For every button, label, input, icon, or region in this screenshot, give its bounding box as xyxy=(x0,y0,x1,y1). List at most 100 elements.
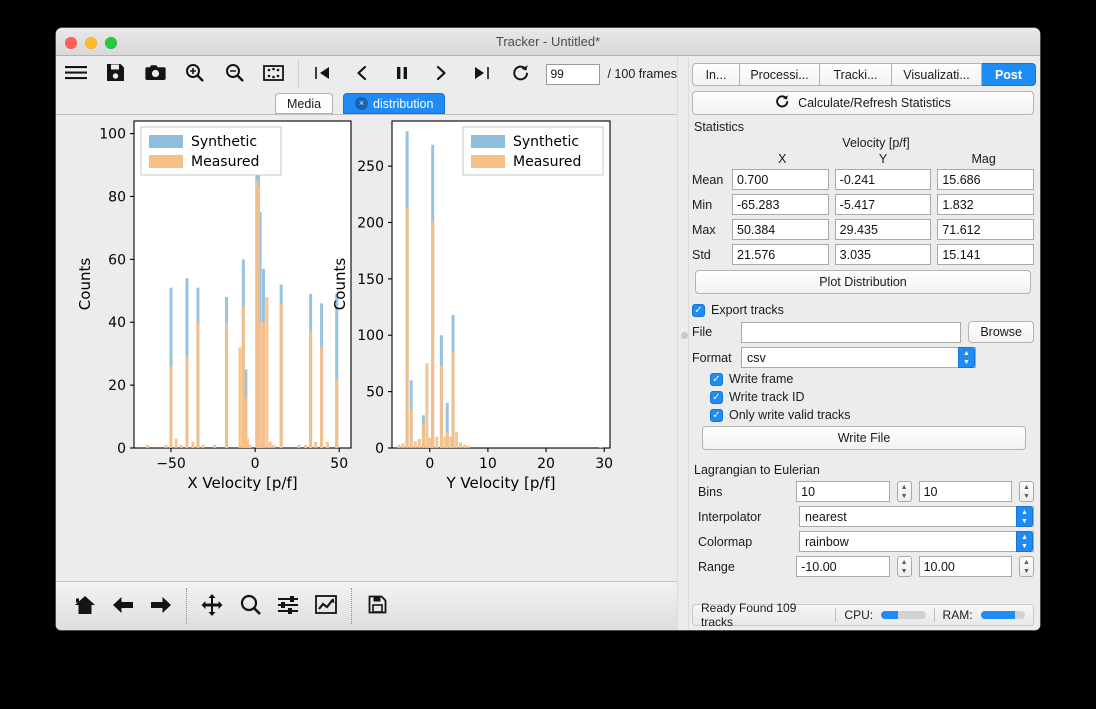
tab-tracking[interactable]: Tracki... xyxy=(820,63,892,86)
pane-splitter[interactable] xyxy=(677,57,689,630)
forward-button[interactable] xyxy=(142,586,180,626)
chart-1-xlabel: Y Velocity [p/f] xyxy=(445,474,555,492)
stats-std-y[interactable]: 3.035 xyxy=(835,244,932,265)
bar xyxy=(170,366,173,448)
svg-text:100: 100 xyxy=(357,328,384,344)
configure-subplots-button[interactable] xyxy=(269,586,307,626)
prev-frame-button[interactable] xyxy=(342,58,382,90)
loop-button[interactable] xyxy=(501,58,541,90)
back-button[interactable] xyxy=(104,586,142,626)
snapshot-button[interactable] xyxy=(135,58,175,90)
interpolator-select[interactable]: nearest ▲▼ xyxy=(799,506,1034,527)
pan-button[interactable] xyxy=(193,586,231,626)
range-max-input[interactable]: 10.00 xyxy=(919,556,1012,577)
bar xyxy=(467,446,470,448)
figure-navigation-toolbar xyxy=(56,581,677,630)
fit-to-frame-button[interactable] xyxy=(254,58,294,90)
bar xyxy=(397,445,400,448)
pause-button[interactable] xyxy=(382,58,422,90)
window-title: Tracker - Untitled* xyxy=(56,34,1040,49)
tab-visualization[interactable]: Visualizati... xyxy=(892,63,982,86)
main-toolbar: / 100 frames xyxy=(56,57,677,91)
splitter-grip-icon[interactable] xyxy=(681,332,688,339)
stats-min-y[interactable]: -5.417 xyxy=(835,194,932,215)
status-bar: Ready Found 109 tracks CPU: RAM: xyxy=(692,604,1034,626)
stats-std-x[interactable]: 21.576 xyxy=(732,244,829,265)
post-panel: Calculate/Refresh Statistics Statistics … xyxy=(692,91,1034,600)
write-file-button[interactable]: Write File xyxy=(702,426,1026,450)
bins-y-stepper[interactable]: ▲▼ xyxy=(1019,481,1034,502)
frame-number-input[interactable] xyxy=(546,64,600,85)
statistics-table: Velocity [p/f] X Y Mag Mean 0.700 -0.241… xyxy=(692,136,1034,265)
svg-text:Synthetic: Synthetic xyxy=(513,134,579,150)
window-body: / 100 frames Media × distribution xyxy=(56,57,1040,630)
magnifier-icon xyxy=(240,594,261,618)
zoom-in-button[interactable] xyxy=(175,58,215,90)
stats-min-mag[interactable]: 1.832 xyxy=(937,194,1034,215)
save-figure-button[interactable] xyxy=(358,586,396,626)
stats-max-x[interactable]: 50.384 xyxy=(732,219,829,240)
browse-button[interactable]: Browse xyxy=(968,321,1034,343)
chevron-updown-icon[interactable]: ▲▼ xyxy=(1016,506,1033,527)
pan-move-icon xyxy=(201,594,223,619)
home-button[interactable] xyxy=(66,586,104,626)
figure-canvas[interactable]: 020406080100 −50050 X Velocity [p/f] Cou… xyxy=(62,120,669,574)
svg-text:Measured: Measured xyxy=(513,154,581,170)
stats-min-x[interactable]: -65.283 xyxy=(732,194,829,215)
bins-x-input[interactable]: 10 xyxy=(796,481,889,502)
zoom-rect-button[interactable] xyxy=(231,586,269,626)
bins-y-input[interactable]: 10 xyxy=(919,481,1012,502)
stats-mean-y[interactable]: -0.241 xyxy=(835,169,932,190)
step-forward-icon xyxy=(434,65,448,84)
save-button[interactable] xyxy=(96,58,136,90)
bar xyxy=(175,439,178,448)
chart-0-ylabel: Counts xyxy=(76,258,94,311)
write-frame-checkbox[interactable]: ✓ xyxy=(710,373,723,386)
stats-mean-x[interactable]: 0.700 xyxy=(732,169,829,190)
range-min-stepper[interactable]: ▲▼ xyxy=(897,556,912,577)
stats-std-mag[interactable]: 15.141 xyxy=(937,244,1034,265)
svg-text:150: 150 xyxy=(357,272,384,288)
bins-x-stepper[interactable]: ▲▼ xyxy=(897,481,912,502)
tab-processing[interactable]: Processi... xyxy=(740,63,820,86)
table-row: Mean 0.700 -0.241 15.686 xyxy=(692,169,1034,190)
tab-media[interactable]: Media xyxy=(275,93,333,114)
bar xyxy=(201,445,204,448)
stats-max-y[interactable]: 29.435 xyxy=(835,219,932,240)
calculate-refresh-statistics-button[interactable]: Calculate/Refresh Statistics xyxy=(692,91,1034,115)
format-value: csv xyxy=(747,351,766,365)
svg-text:0: 0 xyxy=(117,441,126,457)
write-track-id-checkbox[interactable]: ✓ xyxy=(710,391,723,404)
cpu-label: CPU: xyxy=(844,608,873,622)
export-tracks-row: ✓ Export tracks xyxy=(692,303,1034,317)
stats-row-label: Std xyxy=(692,248,732,262)
zoom-out-button[interactable] xyxy=(215,58,255,90)
only-valid-tracks-checkbox[interactable]: ✓ xyxy=(710,409,723,422)
chevron-updown-icon[interactable]: ▲▼ xyxy=(1016,531,1033,552)
range-min-input[interactable]: -10.00 xyxy=(796,556,889,577)
format-select[interactable]: csv ▲▼ xyxy=(741,347,976,368)
colormap-select[interactable]: rainbow ▲▼ xyxy=(799,531,1034,552)
close-tab-icon[interactable]: × xyxy=(355,97,368,110)
left-pane: / 100 frames Media × distribution xyxy=(56,57,677,630)
svg-text:40: 40 xyxy=(108,315,126,331)
last-frame-button[interactable] xyxy=(461,58,501,90)
edit-curves-button[interactable] xyxy=(307,586,345,626)
skip-to-end-icon xyxy=(473,65,490,84)
range-max-stepper[interactable]: ▲▼ xyxy=(1019,556,1034,577)
svg-text:100: 100 xyxy=(99,127,126,143)
first-frame-button[interactable] xyxy=(303,58,343,90)
menu-button[interactable] xyxy=(56,58,96,90)
export-tracks-checkbox[interactable]: ✓ xyxy=(692,304,705,317)
stats-mean-mag[interactable]: 15.686 xyxy=(937,169,1034,190)
tab-distribution[interactable]: × distribution xyxy=(343,93,445,114)
file-input[interactable] xyxy=(741,322,961,343)
skip-to-start-icon xyxy=(314,65,331,84)
next-frame-button[interactable] xyxy=(422,58,462,90)
stats-max-mag[interactable]: 71.612 xyxy=(937,219,1034,240)
chevron-updown-icon[interactable]: ▲▼ xyxy=(958,347,975,368)
plot-distribution-button[interactable]: Plot Distribution xyxy=(695,270,1031,294)
tab-input[interactable]: In... xyxy=(692,63,740,86)
svg-text:0: 0 xyxy=(425,456,434,472)
tab-post[interactable]: Post xyxy=(982,63,1036,86)
